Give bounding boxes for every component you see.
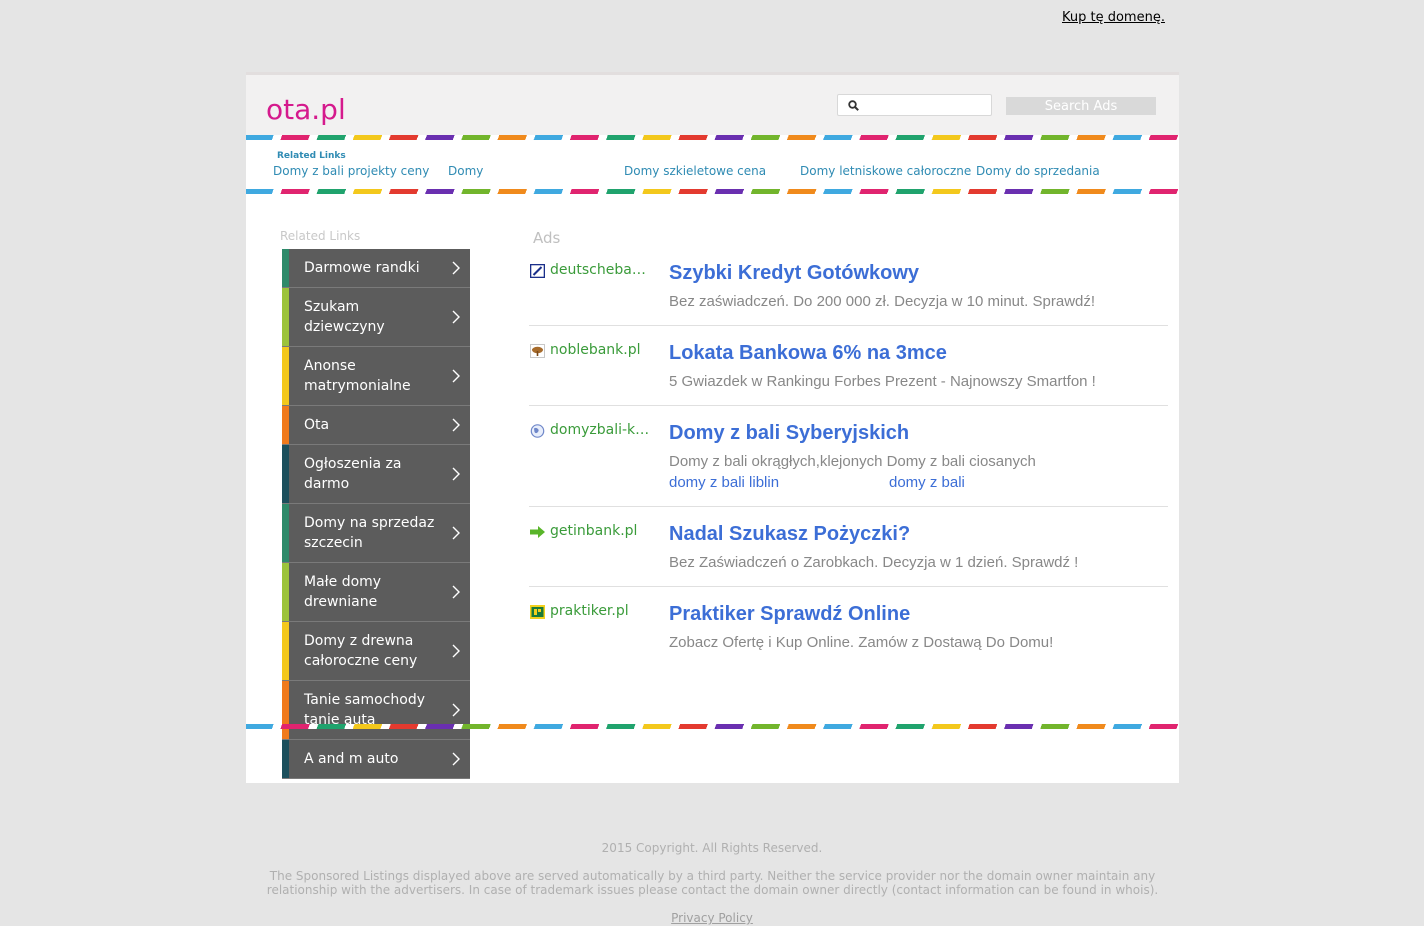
ad-listing[interactable]: praktiker.pl Praktiker Sprawdź Online Zo…	[529, 595, 1168, 667]
site-logo[interactable]: ota.pl	[266, 93, 346, 126]
globe-icon	[530, 424, 545, 438]
chevron-right-icon	[452, 644, 460, 658]
sidebar-item[interactable]: Małe domy drewniane	[282, 563, 470, 622]
related-link-3[interactable]: Domy szkieletowe cena	[624, 164, 766, 178]
sidebar-title: Related Links	[280, 229, 361, 243]
ad-title[interactable]: Nadal Szukasz Pożyczki?	[669, 523, 910, 546]
privacy-policy-link[interactable]: Privacy Policy	[0, 911, 1424, 925]
color-stripe-top	[246, 135, 1179, 140]
sidebar-item[interactable]: Ota	[282, 406, 470, 445]
ad-description: 5 Gwiazdek w Rankingu Forbes Prezent - N…	[669, 373, 1096, 390]
search-ads-button[interactable]: Search Ads	[1006, 97, 1156, 115]
ad-title[interactable]: Szybki Kredyt Gotówkowy	[669, 262, 919, 285]
ad-domain[interactable]: getinbank.pl	[550, 523, 654, 539]
sidebar-item-label: Szukam dziewczyny	[304, 299, 385, 335]
sidebar-item-label: A and m auto	[304, 751, 399, 767]
sidebar-color-bar	[282, 681, 289, 739]
sidebar-item-label: Anonse matrymonialne	[304, 358, 411, 394]
sidebar-color-bar	[282, 445, 289, 503]
chevron-right-icon	[452, 585, 460, 599]
sidebar-item-label: Domy na sprzedaz szczecin	[304, 515, 435, 551]
related-link-1[interactable]: Domy z bali projekty ceny	[273, 164, 429, 178]
chevron-right-icon	[452, 418, 460, 432]
sidebar-item[interactable]: Domy z drewna całoroczne ceny	[282, 622, 470, 681]
sidebar-color-bar	[282, 622, 289, 680]
ad-description: Domy z bali okrągłych,klejonych Domy z b…	[669, 453, 1036, 470]
ad-domain[interactable]: praktiker.pl	[550, 603, 654, 619]
ad-listing[interactable]: domyzbali-krakow.pl Domy z bali Syberyjs…	[529, 414, 1168, 507]
ad-sitelink[interactable]: domy z bali	[889, 474, 965, 491]
chevron-right-icon	[452, 261, 460, 275]
sidebar-color-bar	[282, 406, 289, 444]
sidebar-item[interactable]: Domy na sprzedaz szczecin	[282, 504, 470, 563]
chevron-right-icon	[452, 369, 460, 383]
related-links-title: Related Links	[277, 151, 346, 161]
search-icon	[848, 100, 859, 111]
sidebar-item[interactable]: Ogłoszenia za darmo	[282, 445, 470, 504]
ad-listing[interactable]: deutschebank.pl Szybki Kredyt Gotówkowy …	[529, 254, 1168, 326]
sidebar-color-bar	[282, 347, 289, 405]
arrow-icon	[530, 526, 545, 538]
color-stripe-bottom	[246, 724, 1179, 729]
sidebar-color-bar	[282, 249, 289, 287]
chevron-right-icon	[452, 310, 460, 324]
praktiker-icon	[530, 605, 545, 619]
sidebar-item[interactable]: Tanie samochody tanie auta	[282, 681, 470, 740]
ad-title[interactable]: Lokata Bankowa 6% na 3mce	[669, 342, 947, 365]
ads-title: Ads	[533, 229, 561, 247]
ad-title[interactable]: Praktiker Sprawdź Online	[669, 603, 910, 626]
sidebar-item-label: Ota	[304, 417, 330, 433]
chevron-right-icon	[452, 467, 460, 481]
search-input[interactable]	[864, 96, 992, 116]
sidebar-item[interactable]: Szukam dziewczyny	[282, 288, 470, 347]
sidebar-color-bar	[282, 740, 289, 778]
sidebar-item-label: Domy z drewna całoroczne ceny	[304, 633, 418, 669]
ad-listing[interactable]: getinbank.pl Nadal Szukasz Pożyczki? Bez…	[529, 515, 1168, 587]
chevron-right-icon	[452, 752, 460, 766]
ad-description: Bez Zaświadczeń o Zarobkach. Decyzja w 1…	[669, 554, 1079, 571]
ad-sitelink[interactable]: domy z bali liblin	[669, 474, 779, 491]
sidebar-item[interactable]: Darmowe randki	[282, 249, 470, 288]
sidebar-item-label: Tanie samochody tanie auta	[304, 692, 426, 728]
sidebar-list: Darmowe randki Szukam dziewczyny Anonse …	[282, 249, 470, 779]
header: ota.pl Search Ads	[246, 72, 1179, 135]
sidebar-item[interactable]: A and m auto	[282, 740, 470, 779]
chevron-right-icon	[452, 526, 460, 540]
ad-domain[interactable]: domyzbali-krakow.pl	[550, 422, 654, 438]
sidebar-item-label: Darmowe randki	[304, 260, 420, 276]
ad-description: Bez zaświadczeń. Do 200 000 zł. Decyzja …	[669, 293, 1096, 310]
ad-domain[interactable]: deutschebank.pl	[550, 262, 654, 278]
sidebar-item-label: Małe domy drewniane	[304, 574, 382, 610]
sidebar-item-label: Ogłoszenia za darmo	[304, 456, 402, 492]
related-link-4[interactable]: Domy letniskowe całoroczne	[800, 164, 971, 178]
deutsche-bank-icon	[530, 264, 545, 278]
sidebar-color-bar	[282, 504, 289, 562]
main-container: ota.pl Search Ads Related Links Domy z b…	[246, 72, 1179, 783]
ad-listing[interactable]: noblebank.pl Lokata Bankowa 6% na 3mce 5…	[529, 334, 1168, 406]
search-box[interactable]	[837, 94, 992, 116]
buy-domain-link[interactable]: Kup tę domenę.	[1062, 10, 1165, 25]
chevron-right-icon	[452, 703, 460, 717]
ad-title[interactable]: Domy z bali Syberyjskich	[669, 422, 909, 445]
sidebar-color-bar	[282, 563, 289, 621]
footer-disclaimer: The Sponsored Listings displayed above a…	[266, 869, 1159, 897]
footer-copyright: 2015 Copyright. All Rights Reserved.	[601, 841, 823, 855]
tree-icon	[530, 344, 545, 358]
sidebar-item[interactable]: Anonse matrymonialne	[282, 347, 470, 406]
related-link-2[interactable]: Domy	[448, 164, 483, 178]
ad-domain[interactable]: noblebank.pl	[550, 342, 654, 358]
sidebar-color-bar	[282, 288, 289, 346]
related-link-5[interactable]: Domy do sprzedania	[976, 164, 1100, 178]
ad-description: Zobacz Ofertę i Kup Online. Zamów z Dost…	[669, 634, 1054, 651]
color-stripe-middle	[246, 189, 1179, 194]
